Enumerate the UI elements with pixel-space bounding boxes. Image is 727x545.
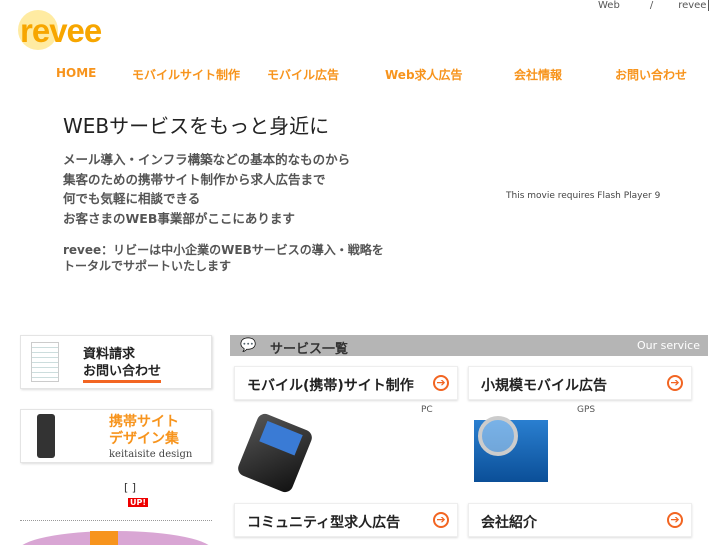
chat-bubbles-icon: 💬: [240, 338, 257, 353]
service-card-job-ads[interactable]: コミュニティ型求人広告 ➔: [234, 503, 458, 537]
hero-line: 何でも気軽に相談できる: [63, 191, 201, 206]
hero-body: メール導入・インフラ構築などの基本的なものから 集客のための携帯サイト制作から求…: [63, 150, 350, 228]
nav-web-jobs[interactable]: Web求人広告: [385, 66, 463, 83]
banner-text: 資料請求 お問い合わせ: [83, 346, 162, 383]
hero-sub-line: トータルでサポートいたします: [63, 259, 232, 273]
notepad-icon: [31, 342, 59, 382]
separator: /: [649, 0, 654, 11]
hero-sub: revee：リビーは中小企業のWEBサービスの導入・戦略を トータルでサポートい…: [63, 242, 384, 274]
request-contact-banner[interactable]: 資料請求 お問い合わせ: [20, 335, 212, 389]
divider: [20, 520, 212, 521]
flash-notice: This movie requires Flash Player 9: [506, 191, 661, 201]
card-label: モバイル(携帯)サイト制作: [247, 378, 414, 394]
card-note: PC: [421, 405, 433, 415]
top-link-web[interactable]: Web: [598, 0, 620, 11]
design-collection-banner[interactable]: 携帯サイト デザイン集 keitaisite design: [20, 409, 212, 463]
mobile-phone-image: [235, 411, 315, 495]
magnifier-image: [474, 416, 548, 482]
banner-text: 携帯サイト デザイン集: [109, 414, 179, 447]
arrow-circle-icon: ➔: [433, 375, 449, 391]
top-links: Web / revee: [598, 0, 710, 11]
hero-sub-line: revee：リビーは中小企業のWEBサービスの導入・戦略を: [63, 243, 384, 257]
main-nav: HOME モバイルサイト制作 モバイル広告 Web求人広告 会社情報 お問い合わ…: [0, 66, 727, 84]
card-label: 小規模モバイル広告: [481, 378, 607, 394]
brackets-text: [ ]: [124, 481, 137, 494]
top-link-revee[interactable]: revee: [678, 0, 710, 11]
banner-subtitle: keitaisite design: [109, 449, 193, 460]
services-title: サービス一覧: [270, 342, 349, 357]
card-note: GPS: [577, 405, 596, 415]
hero-line: 集客のための携帯サイト制作から求人広告まで: [63, 171, 326, 187]
phone-icon: [37, 414, 55, 458]
nav-mobile-ads[interactable]: モバイル広告: [267, 66, 339, 83]
service-card-mobile-ads[interactable]: 小規模モバイル広告 ➔: [468, 366, 692, 400]
services-header: 💬 サービス一覧 Our service: [230, 335, 708, 357]
decorative-graphic: [18, 527, 213, 545]
hero-line: メール導入・インフラ構築などの基本的なものから: [63, 152, 351, 167]
nav-company[interactable]: 会社情報: [514, 66, 562, 83]
nav-home[interactable]: HOME: [56, 66, 96, 80]
nav-mobile-site[interactable]: モバイルサイト制作: [132, 66, 240, 83]
nav-contact[interactable]: お問い合わせ: [615, 66, 687, 83]
logo[interactable]: revee: [18, 8, 118, 50]
up-badge: UP!: [128, 498, 149, 507]
arrow-circle-icon: ➔: [433, 512, 449, 528]
arrow-circle-icon: ➔: [667, 375, 683, 391]
hero-line: お客さまのWEB事業部がここにあります: [63, 210, 295, 226]
arrow-circle-icon: ➔: [667, 512, 683, 528]
service-card-company[interactable]: 会社紹介 ➔: [468, 503, 692, 537]
service-card-mobile-site[interactable]: モバイル(携帯)サイト制作 ➔: [234, 366, 458, 400]
card-label: 会社紹介: [481, 515, 537, 531]
services-subtitle: Our service: [636, 339, 700, 352]
hero-title: WEBサービスをもっと身近に: [63, 114, 330, 138]
card-label: コミュニティ型求人広告: [247, 515, 401, 531]
